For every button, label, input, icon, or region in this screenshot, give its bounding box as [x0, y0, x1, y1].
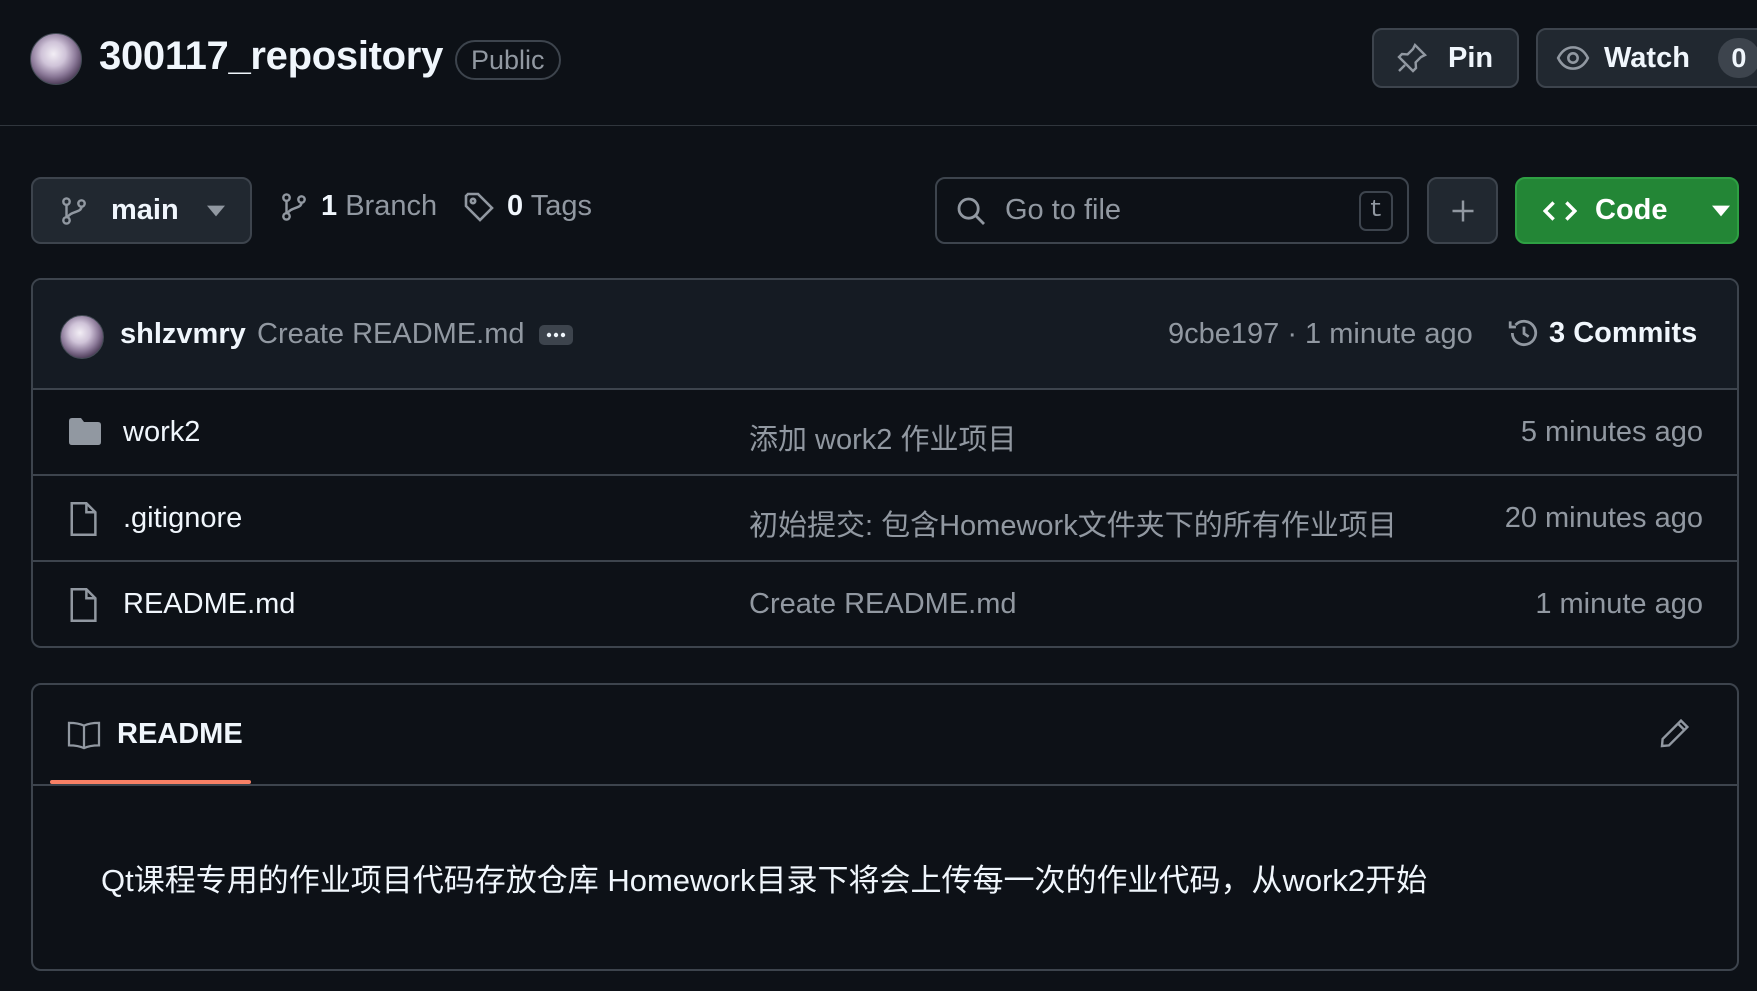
- chevron-down-icon: [1711, 205, 1730, 217]
- git-branch-icon: [279, 191, 309, 223]
- owner-avatar[interactable]: [30, 33, 82, 85]
- readme-content: Qt课程专用的作业项目代码存放仓库 Homework目录下将会上传每一次的作业代…: [101, 863, 1428, 898]
- file-commit-message[interactable]: 添加 work2 作业项目: [749, 416, 1016, 458]
- folder-icon: [67, 415, 103, 447]
- watch-label: Watch: [1604, 41, 1690, 74]
- tags-link[interactable]: 0 Tags: [463, 190, 592, 223]
- branch-selector[interactable]: main: [31, 177, 252, 244]
- file-row[interactable]: README.md Create README.md 1 minute ago: [33, 562, 1737, 646]
- commit-hash-time[interactable]: 9cbe197 · 1 minute ago: [1168, 318, 1473, 351]
- branches-link[interactable]: 1 Branch: [279, 190, 437, 223]
- branch-name: main: [111, 194, 179, 226]
- file-browser: shlzvmry Create README.md 9cbe197 · 1 mi…: [31, 278, 1739, 648]
- git-branch-icon: [59, 195, 89, 227]
- book-icon: [67, 720, 101, 750]
- file-commit-time: 20 minutes ago: [1504, 502, 1703, 534]
- file-name[interactable]: .gitignore: [123, 502, 242, 535]
- file-commit-message[interactable]: 初始提交: 包含Homework文件夹下的所有作业项目: [749, 502, 1397, 544]
- file-commit-time: 5 minutes ago: [1520, 416, 1703, 448]
- tag-count: 0: [507, 190, 524, 222]
- commits-count: 3: [1549, 316, 1566, 349]
- file-icon: [67, 587, 99, 623]
- keyboard-shortcut-hint: t: [1359, 190, 1393, 231]
- chevron-down-icon: [206, 205, 225, 217]
- code-button[interactable]: Code: [1515, 177, 1739, 244]
- history-icon: [1507, 316, 1541, 350]
- add-file-button[interactable]: [1427, 177, 1498, 244]
- readme-tabbar: README: [33, 685, 1737, 786]
- expand-commit-button[interactable]: [539, 325, 573, 345]
- commits-link[interactable]: 3 Commits: [1507, 316, 1697, 350]
- file-row[interactable]: .gitignore 初始提交: 包含Homework文件夹下的所有作业项目 2…: [33, 476, 1737, 562]
- code-label: Code: [1595, 194, 1668, 226]
- visibility-badge: Public: [455, 40, 561, 80]
- commit-message[interactable]: Create README.md: [257, 318, 525, 351]
- tab-readme[interactable]: README: [67, 718, 243, 751]
- file-name[interactable]: README.md: [123, 588, 295, 621]
- tag-icon: [463, 191, 495, 223]
- pin-button[interactable]: Pin: [1372, 28, 1519, 88]
- pin-label: Pin: [1448, 41, 1494, 74]
- commit-author[interactable]: shlzvmry: [120, 318, 246, 351]
- active-tab-indicator: [50, 780, 251, 784]
- branch-count: 1: [321, 190, 338, 222]
- file-name[interactable]: work2: [123, 416, 200, 449]
- pencil-icon[interactable]: [1659, 717, 1691, 749]
- latest-commit-bar: shlzvmry Create README.md 9cbe197 · 1 mi…: [33, 280, 1737, 390]
- readme-tab-label: README: [117, 718, 243, 750]
- file-commit-message[interactable]: Create README.md: [749, 588, 1017, 621]
- eye-icon: [1556, 41, 1590, 75]
- tag-label: Tags: [530, 190, 592, 222]
- repo-title[interactable]: 300117_repository: [99, 34, 443, 79]
- search-placeholder: Go to file: [1005, 194, 1122, 226]
- file-icon: [67, 501, 99, 537]
- readme-panel: README Qt课程专用的作业项目代码存放仓库 Homework目录下将会上传…: [31, 683, 1739, 971]
- code-icon: [1543, 196, 1577, 226]
- search-icon: [955, 195, 987, 227]
- plus-icon: [1449, 197, 1477, 225]
- go-to-file-input[interactable]: Go to file t: [935, 177, 1409, 244]
- branch-label: Branch: [345, 190, 438, 222]
- file-row[interactable]: work2 添加 work2 作业项目 5 minutes ago: [33, 390, 1737, 476]
- watch-count: 0: [1717, 38, 1757, 78]
- commits-label: Commits: [1573, 316, 1698, 349]
- commit-author-avatar[interactable]: [60, 315, 104, 359]
- ellipsis-icon: [546, 332, 566, 338]
- pin-icon: [1396, 42, 1428, 74]
- file-commit-time: 1 minute ago: [1535, 588, 1703, 620]
- repo-header: 300117_repository Public Pin Watch 0: [0, 0, 1757, 126]
- watch-button[interactable]: Watch 0: [1536, 28, 1757, 88]
